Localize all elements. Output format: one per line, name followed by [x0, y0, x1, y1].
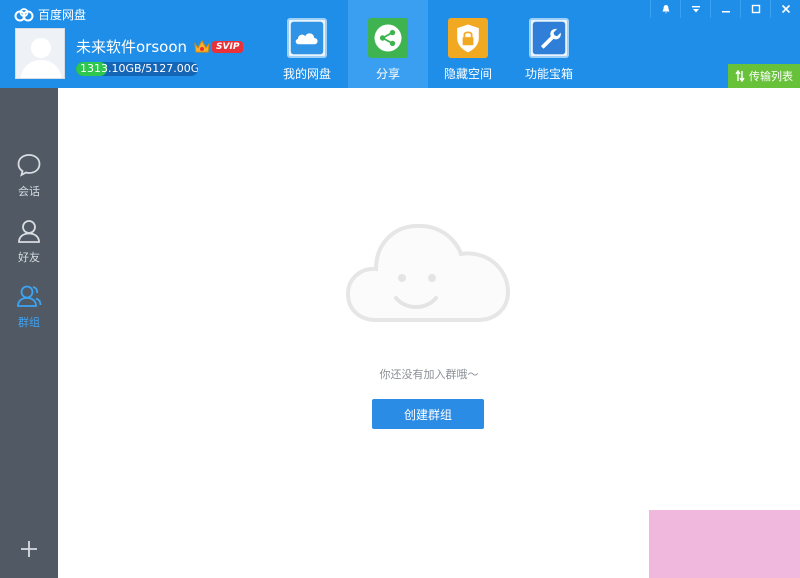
nav-toolbox[interactable]: 功能宝箱: [509, 0, 589, 88]
close-button[interactable]: [770, 0, 800, 18]
sidebar-item-friends[interactable]: 好友: [0, 218, 58, 265]
app-title-text: 百度网盘: [38, 8, 87, 22]
sidebar-item-groups[interactable]: 群组: [0, 283, 58, 330]
create-group-button[interactable]: 创建群组: [372, 399, 484, 429]
app-title: 百度网盘: [14, 6, 86, 23]
add-plus-icon[interactable]: [19, 539, 39, 559]
empty-state-text: 你还没有加入群哦～: [379, 368, 479, 381]
sidebar-item-label: 群组: [18, 316, 40, 329]
transfer-list-button[interactable]: 传输列表: [728, 64, 800, 88]
tools-icon: [532, 21, 566, 55]
nav-hidden-space[interactable]: 隐藏空间: [428, 0, 508, 88]
transfer-list-label: 传输列表: [749, 70, 793, 83]
nav-share[interactable]: 分享: [348, 0, 428, 88]
nav-tile: [448, 18, 488, 58]
title-bar: 百度网盘 未来软件orsoon SVIP 1313.10GB/5127.00GB…: [0, 0, 800, 88]
baidu-netdisk-logo-icon: [14, 7, 34, 21]
watermark-overlay: [649, 510, 800, 578]
window-controls: [650, 0, 800, 18]
storage-quota-bar: 1313.10GB/5127.00GB: [76, 62, 198, 76]
storage-quota-text: 1313.10GB/5127.00GB: [80, 62, 198, 75]
sidebar-item-label: 会话: [18, 185, 40, 198]
notification-button[interactable]: [650, 0, 680, 18]
nav-tile: [529, 18, 569, 58]
menu-button[interactable]: [680, 0, 710, 18]
minimize-button[interactable]: [710, 0, 740, 18]
nav-label: 我的网盘: [282, 67, 331, 81]
nav-label: 功能宝箱: [524, 67, 573, 81]
maximize-icon: [751, 4, 760, 14]
sidebar: 会话 好友 群组: [0, 88, 58, 578]
close-icon: [781, 4, 790, 14]
sidebar-item-label: 好友: [18, 251, 40, 264]
sidebar-item-chat[interactable]: 会话: [0, 152, 58, 199]
main-content: 你还没有加入群哦～ 创建群组: [58, 88, 800, 578]
nav-tile: [287, 18, 327, 58]
lock-icon: [457, 24, 479, 53]
transfer-arrows-icon: [735, 70, 745, 82]
cloud-icon: [290, 21, 324, 55]
nav-tile: [368, 18, 408, 58]
menu-down-icon: [691, 6, 700, 13]
maximize-button[interactable]: [740, 0, 770, 18]
nav-label: 分享: [375, 67, 400, 81]
chat-bubble-icon: [17, 154, 41, 177]
minimize-icon: [721, 11, 730, 13]
user-name[interactable]: 未来软件orsoon: [76, 36, 187, 57]
group-icon: [17, 285, 42, 307]
smiling-cloud-icon: [346, 223, 511, 322]
nav-my-netdisk[interactable]: 我的网盘: [267, 0, 347, 88]
avatar[interactable]: [15, 28, 65, 79]
user-name-row: 未来软件orsoon SVIP: [76, 36, 244, 57]
default-avatar-icon: [20, 38, 62, 78]
svip-badge[interactable]: SVIP: [212, 40, 244, 53]
crown-icon: [194, 39, 210, 52]
nav-label: 隐藏空间: [443, 67, 492, 81]
bell-icon: [662, 5, 669, 14]
share-icon: [374, 24, 402, 52]
person-icon: [18, 220, 40, 243]
